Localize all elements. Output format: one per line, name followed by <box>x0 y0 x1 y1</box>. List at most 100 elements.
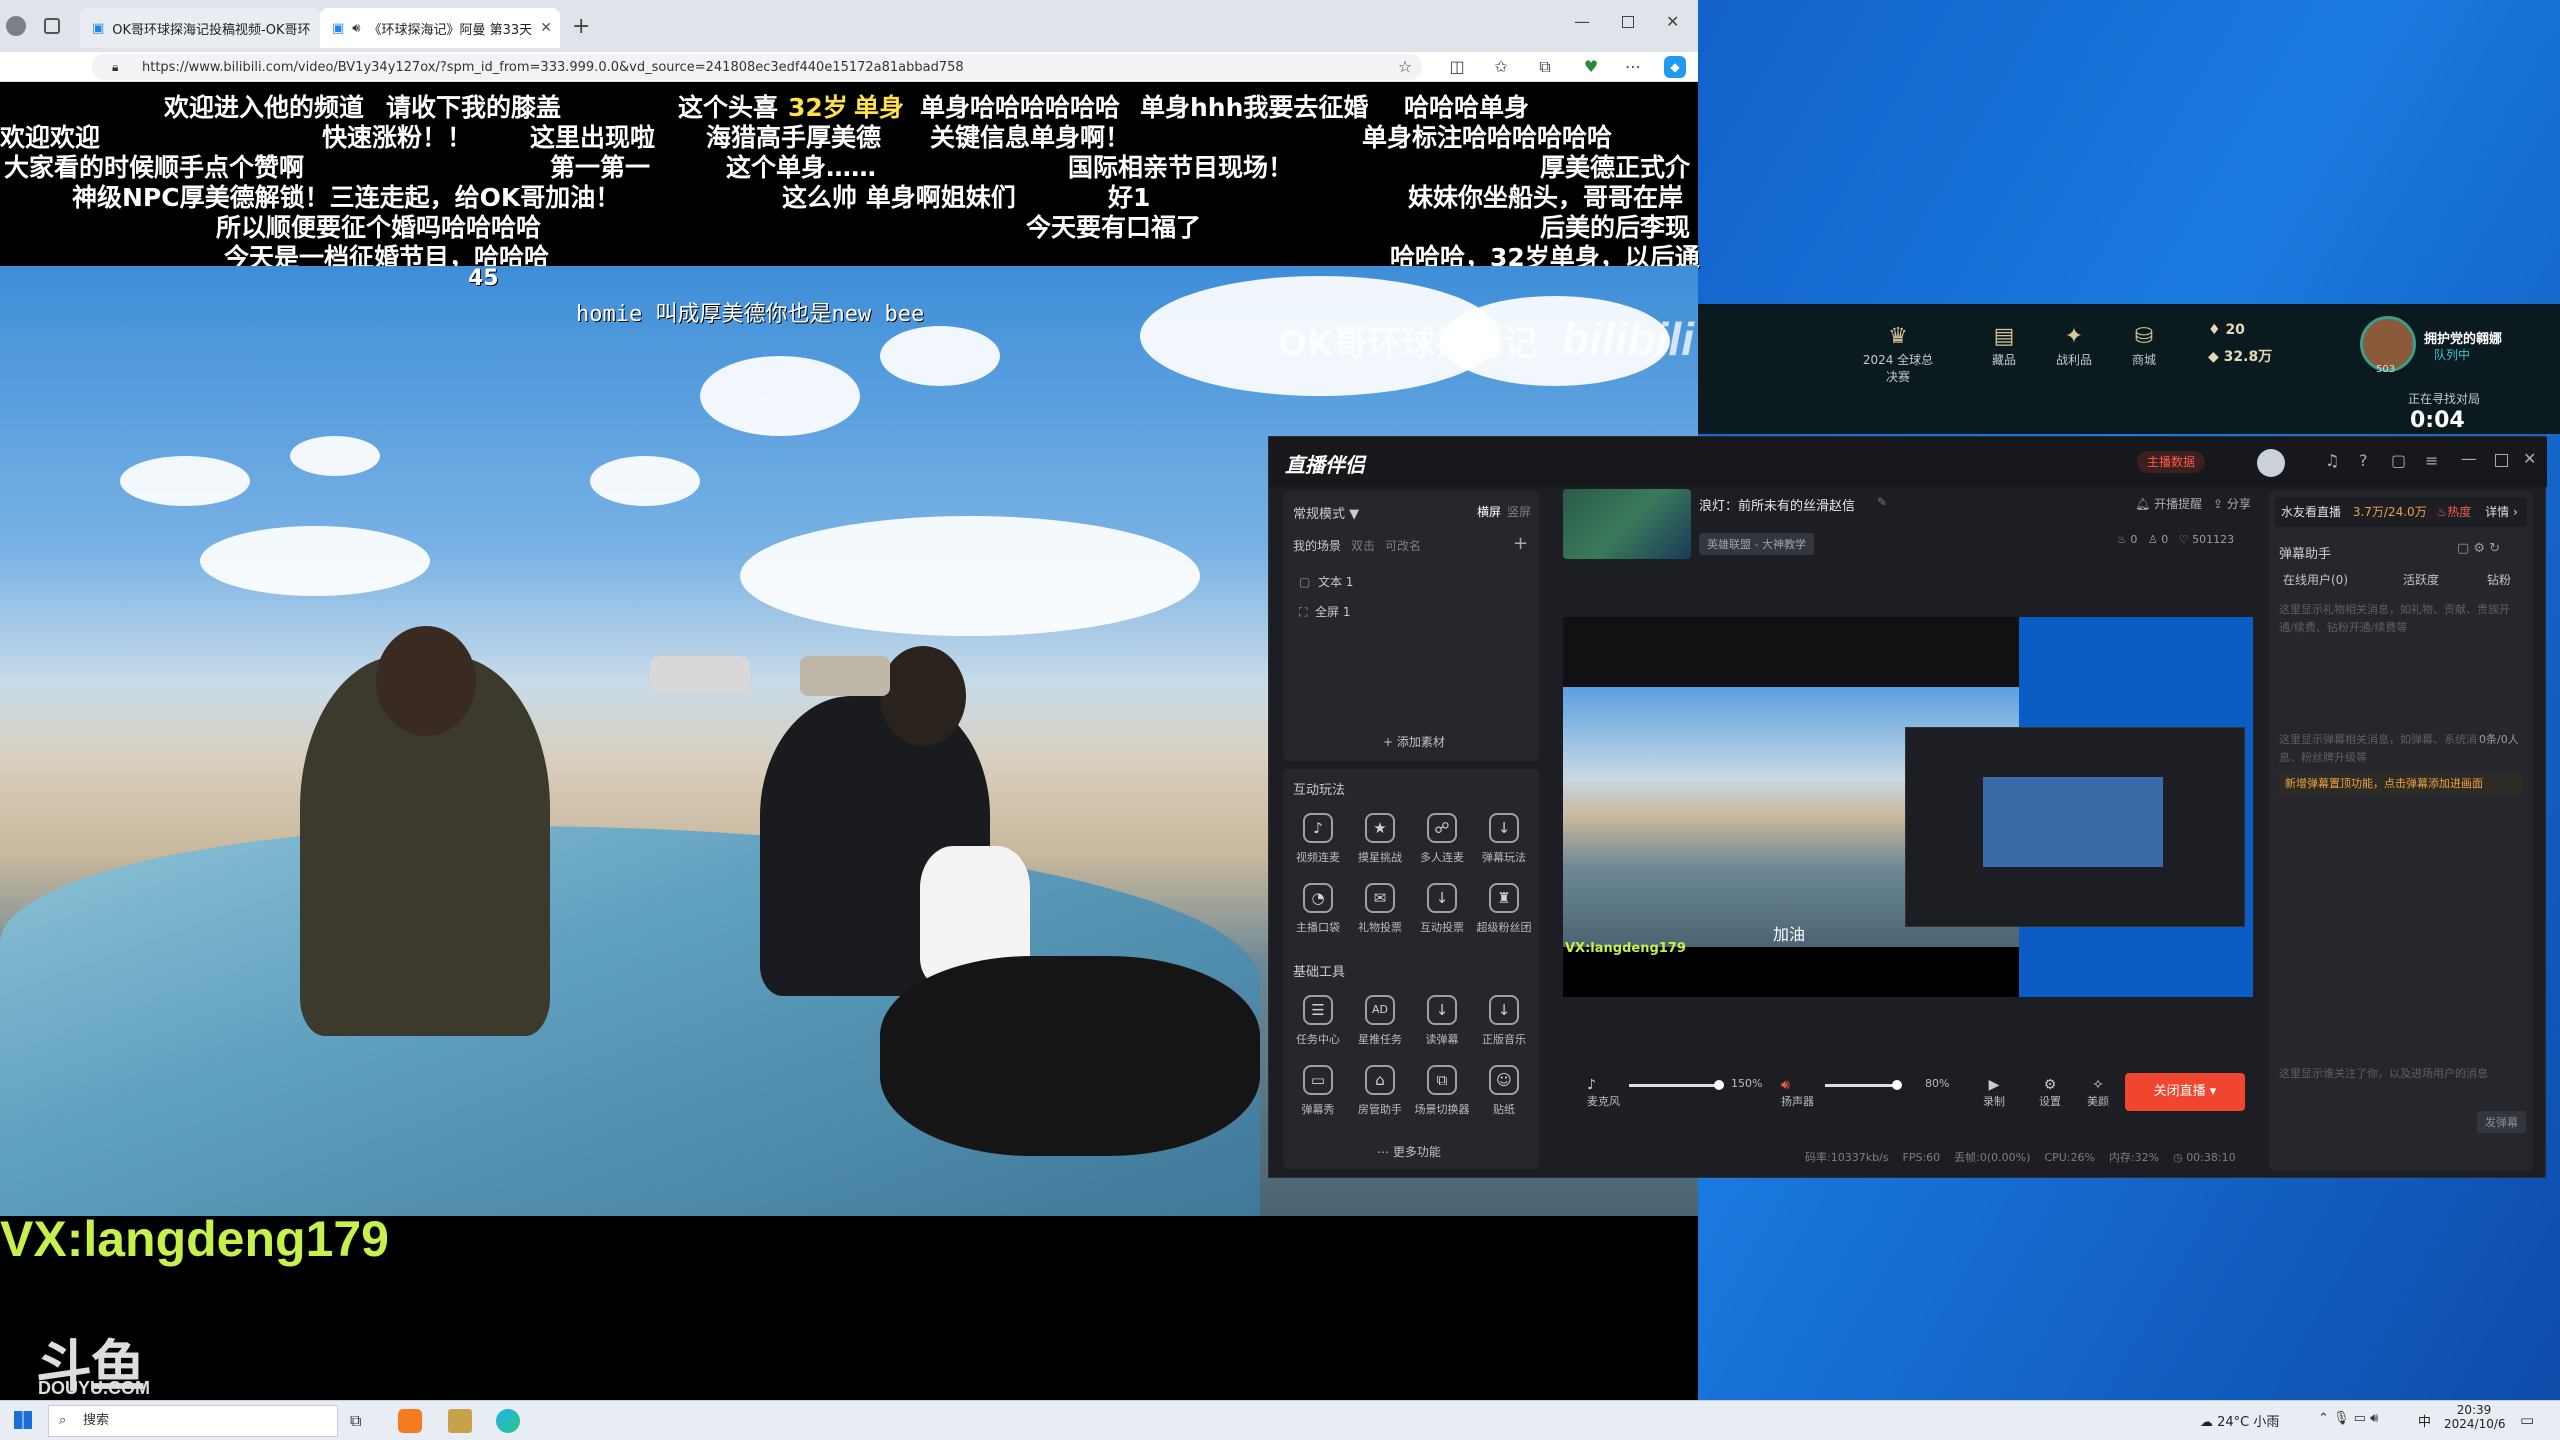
maximize-icon[interactable] <box>2495 454 2508 467</box>
settings-button[interactable]: ⚙ 设置 <box>2039 1077 2061 1109</box>
search-box[interactable]: ⌕ 搜索 <box>48 1405 338 1437</box>
tool-multi-mic[interactable]: ☍ 多人连麦 <box>1411 813 1473 865</box>
tool-scene-switch[interactable]: ⧉ 场景切换器 <box>1411 1065 1473 1117</box>
minimize-icon[interactable]: — <box>1574 12 1590 31</box>
windows-start-icon[interactable] <box>14 1411 32 1429</box>
tray-icons[interactable]: ⌃ 🎙︎ ▭ 🔊︎ <box>2318 1411 2378 1426</box>
favorites-icon[interactable]: ✩ <box>1490 56 1512 78</box>
clock[interactable]: 20:39 2024/10/6 <box>2444 1403 2506 1431</box>
tv-icon: ▭ <box>1303 1065 1333 1095</box>
viewer-tab[interactable]: 水友看直播 3.7万/24.0万 ♨热度 详情 › <box>2275 497 2527 527</box>
tab-actions-icon[interactable] <box>44 18 60 34</box>
close-icon[interactable]: ✕ <box>540 20 552 36</box>
mic-volume-slider[interactable] <box>1629 1080 1724 1090</box>
tab-2[interactable]: ▣ 🔊︎ 《环球探海记》阿曼 第33天 ✕ <box>320 8 560 48</box>
tool-fan-club[interactable]: ♜ 超级粉丝团 <box>1473 883 1535 935</box>
stream-preview[interactable]: VX:langdeng179 加油 <box>1563 617 2253 997</box>
currency-rp[interactable]: ♦ 20 <box>2208 322 2245 338</box>
more-icon[interactable]: ⋯ <box>1622 56 1644 78</box>
add-scene-icon[interactable]: + <box>1513 533 1528 554</box>
minimize-icon[interactable]: — <box>2461 449 2477 468</box>
tool-room-admin[interactable]: ⌂ 房管助手 <box>1349 1065 1411 1117</box>
nav-store[interactable]: ⛁ 商城 <box>2104 324 2184 368</box>
douyu-app-icon[interactable] <box>398 1409 422 1433</box>
source-item[interactable]: ⛶ 全屏 1 <box>1299 603 1351 620</box>
assistant-icons[interactable]: ▢ ⚙ ↻ <box>2457 541 2500 556</box>
notification-icon[interactable]: ▭ <box>2520 1411 2534 1429</box>
tool-pocket[interactable]: ◔ 主播口袋 <box>1287 883 1349 935</box>
tool-star-task[interactable]: AD 星推任务 <box>1349 995 1411 1047</box>
profile-icon[interactable] <box>6 16 26 36</box>
tool-task-center[interactable]: ☰ 任务中心 <box>1287 995 1349 1047</box>
split-view-icon[interactable]: ◫ <box>1446 56 1468 78</box>
pin-danmu-link[interactable]: 新增弹幕置顶功能，点击弹幕添加进画面 <box>2279 773 2523 795</box>
notify-button[interactable]: 🔔︎ 开播提醒 <box>2135 495 2202 512</box>
preview-caption: 加油 <box>1773 925 1806 944</box>
stop-stream-button[interactable]: 关闭直播 ▾ <box>2125 1073 2245 1111</box>
league-app-icon[interactable] <box>448 1409 472 1433</box>
close-window-icon[interactable]: ✕ <box>1666 12 1679 31</box>
nav-loot[interactable]: ✦ 战利品 <box>2034 324 2114 368</box>
avatar[interactable] <box>2257 449 2285 477</box>
speaker-icon[interactable]: 🔊︎ <box>352 21 360 36</box>
send-danmu-button[interactable]: 发弹幕 <box>2477 1111 2526 1133</box>
copilot-icon[interactable]: ◆ <box>1664 56 1686 78</box>
new-tab-icon[interactable]: + <box>572 14 590 39</box>
beauty-button[interactable]: ✧ 美颜 <box>2087 1077 2109 1109</box>
ime-indicator[interactable]: 中 <box>2418 1411 2431 1430</box>
headset-icon[interactable]: ♫ <box>2325 451 2339 470</box>
tool-video-mic[interactable]: ♪ 视频连麦 <box>1287 813 1349 865</box>
host-data-button[interactable]: 主播数据 <box>2137 451 2206 473</box>
speaker-volume-slider[interactable] <box>1825 1080 1902 1090</box>
weather-icon: ☁ <box>2200 1415 2213 1430</box>
tool-sticker[interactable]: ☺ 贴纸 <box>1473 1065 1535 1117</box>
home-icon: ⌂ <box>1365 1065 1395 1095</box>
tab-diamond-fans[interactable]: 钻粉 <box>2487 571 2511 588</box>
tool-read-danmu[interactable]: ↓ 读弹幕 <box>1411 995 1473 1047</box>
tool-gift-vote[interactable]: ✉ 礼物投票 <box>1349 883 1411 935</box>
favorite-icon[interactable]: ☆ <box>1394 56 1416 78</box>
orientation-portrait[interactable]: 竖屏 <box>1507 503 1531 520</box>
maximize-icon[interactable] <box>1622 16 1634 28</box>
browser-essentials-icon[interactable]: ♥ <box>1580 56 1602 78</box>
tool-vote[interactable]: ↓ 互动投票 <box>1411 883 1473 935</box>
mic-control[interactable]: ♪ 麦克风 <box>1587 1077 1620 1109</box>
tab-online-users[interactable]: 在线用户(0) <box>2283 571 2348 588</box>
close-icon[interactable]: ✕ <box>2523 449 2536 468</box>
streaming-app: 直播伴侣 主播数据 ♫ ? ▢ ≡ — ✕ 常规模式 ▼ 横屏 竖屏 我的场景 … <box>1268 436 2547 1178</box>
gift-icon: ✉ <box>1365 883 1395 913</box>
record-button[interactable]: ▶ 录制 <box>1983 1077 2005 1109</box>
speaker-control[interactable]: 🔊︎ 扬声器 <box>1781 1077 1814 1109</box>
tab-activity[interactable]: 活跃度 <box>2403 571 2439 588</box>
edge-app-icon[interactable] <box>496 1409 520 1433</box>
trophy-icon: ♛ <box>1888 324 1908 349</box>
nav-worlds[interactable]: ♛ 2024 全球总决赛 <box>1858 324 1938 385</box>
tool-danmu-play[interactable]: ↓ 弹幕玩法 <box>1473 813 1535 865</box>
tool-music[interactable]: ↓ 正版音乐 <box>1473 995 1535 1047</box>
help-icon[interactable]: ? <box>2359 451 2368 470</box>
stream-title[interactable]: 浪灯：前所未有的丝滑赵信 <box>1699 495 1855 514</box>
weather[interactable]: ☁ 24°C 小雨 <box>2200 1411 2279 1430</box>
task-icon: ☰ <box>1303 995 1333 1025</box>
source-item[interactable]: ▢ 文本 1 <box>1299 573 1353 590</box>
add-source-button[interactable]: + 添加素材 <box>1383 733 1445 750</box>
edit-icon[interactable]: ✎ <box>1877 495 1887 509</box>
address-bar[interactable]: 🔒︎ https://www.bilibili.com/video/BV1y34… <box>92 54 1422 80</box>
tab-1[interactable]: ▣ OK哥环球探海记投稿视频-OK哥环 ✕ <box>80 8 320 48</box>
task-view-icon[interactable]: ⧉ <box>350 1411 361 1431</box>
tool-danmu-show[interactable]: ▭ 弹幕秀 <box>1287 1065 1349 1117</box>
orientation-landscape[interactable]: 横屏 <box>1477 503 1501 520</box>
room-thumbnail[interactable] <box>1563 489 1691 559</box>
preview-vx: VX:langdeng179 <box>1565 941 1686 956</box>
gift-hint: 这里显示礼物相关消息，如礼物、贡献、贵族开通/续费、钻粉开通/续费等 <box>2279 603 2510 634</box>
mode-select[interactable]: 常规模式 ▼ <box>1293 503 1359 522</box>
stream-category[interactable]: 英雄联盟 - 大神教学 <box>1699 533 1814 555</box>
collections-icon[interactable]: ⧉ <box>1534 56 1556 78</box>
fire-icon: ♨ <box>2436 505 2448 519</box>
share-button[interactable]: ⇪ 分享 <box>2213 495 2251 512</box>
tool-star-challenge[interactable]: ★ 摸星挑战 <box>1349 813 1411 865</box>
menu-icon[interactable]: ≡ <box>2425 451 2438 470</box>
nav-collection[interactable]: ▤ 藏品 <box>1964 324 2044 368</box>
more-functions-button[interactable]: ⋯ 更多功能 <box>1377 1143 1441 1160</box>
feedback-icon[interactable]: ▢ <box>2391 451 2406 470</box>
